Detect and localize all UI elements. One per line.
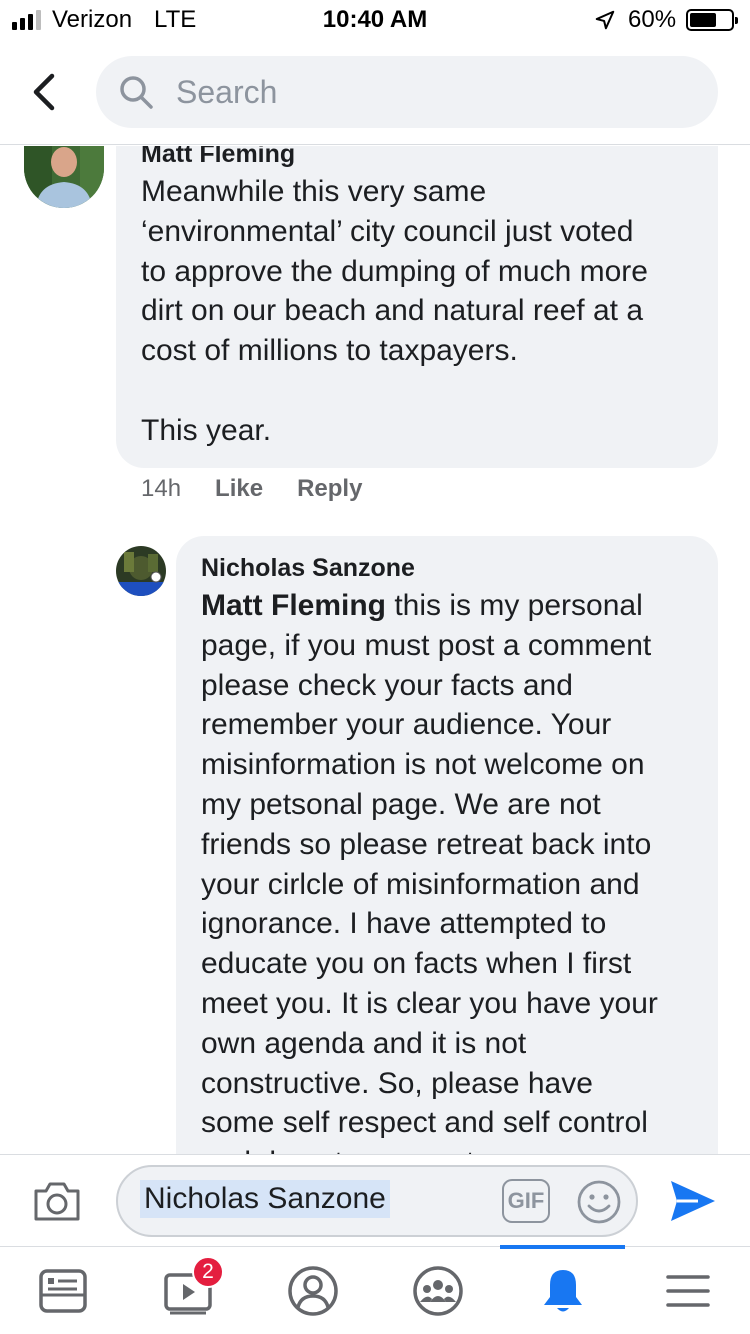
notifications-bell-icon	[543, 1270, 582, 1312]
news-feed-icon	[38, 1269, 87, 1313]
tab-groups[interactable]	[375, 1247, 500, 1334]
mention-chip[interactable]: Nicholas Sanzone	[140, 1180, 390, 1218]
comment-input[interactable]: Nicholas Sanzone GIF	[116, 1165, 638, 1237]
search-icon	[120, 76, 153, 109]
groups-icon	[412, 1266, 463, 1316]
top-header	[0, 40, 750, 145]
comment-text: Meanwhile this very same ‘environmental’…	[141, 175, 648, 447]
avatar[interactable]	[24, 146, 104, 208]
notification-badge: 2	[192, 1256, 224, 1288]
menu-icon	[665, 1275, 710, 1307]
search-input[interactable]	[176, 56, 696, 128]
profile-photo-nicholas-sanzone	[116, 546, 166, 596]
comment-body: this is my personal page, if you must po…	[201, 589, 658, 1154]
comment-author[interactable]: Nicholas Sanzone	[201, 554, 415, 583]
comment-text: Matt Fleming this is my personal page, i…	[201, 586, 711, 1154]
mention-link[interactable]: Matt Fleming	[201, 589, 386, 622]
back-chevron-icon[interactable]	[28, 72, 62, 112]
bottom-tab-bar: 2	[0, 1245, 750, 1334]
tab-notifications[interactable]	[500, 1245, 625, 1334]
comment-timestamp: 14h	[141, 475, 182, 502]
profile-icon	[287, 1266, 338, 1316]
battery-icon	[686, 9, 738, 31]
comment-bubble[interactable]: Nicholas Sanzone Matt Fleming this is my…	[176, 536, 718, 1154]
tab-news-feed[interactable]	[0, 1247, 125, 1334]
comment-thread: Matt Fleming Meanwhile this very same ‘e…	[0, 146, 750, 1154]
send-icon[interactable]	[668, 1177, 718, 1225]
tab-profile[interactable]	[250, 1247, 375, 1334]
status-bar: Verizon LTE 10:40 AM 60%	[0, 0, 750, 40]
like-button[interactable]: Like	[215, 475, 263, 503]
reply-button[interactable]: Reply	[297, 475, 362, 503]
comment-composer: Nicholas Sanzone GIF	[0, 1154, 750, 1246]
comment-bubble[interactable]: Matt Fleming Meanwhile this very same ‘e…	[116, 146, 718, 468]
battery-percentage: 60%	[628, 6, 677, 33]
search-bar[interactable]	[96, 56, 718, 128]
gif-button[interactable]: GIF	[502, 1179, 550, 1223]
avatar[interactable]	[116, 546, 166, 596]
tab-menu[interactable]	[625, 1247, 750, 1334]
location-arrow-icon	[595, 10, 615, 30]
tab-watch[interactable]: 2	[125, 1247, 250, 1334]
emoji-icon[interactable]	[576, 1179, 622, 1225]
comment-author[interactable]: Matt Fleming	[141, 146, 295, 169]
profile-photo-matt-fleming	[24, 146, 104, 208]
comment-actions: 14h Like Reply	[141, 475, 362, 503]
camera-icon[interactable]	[32, 1179, 82, 1223]
